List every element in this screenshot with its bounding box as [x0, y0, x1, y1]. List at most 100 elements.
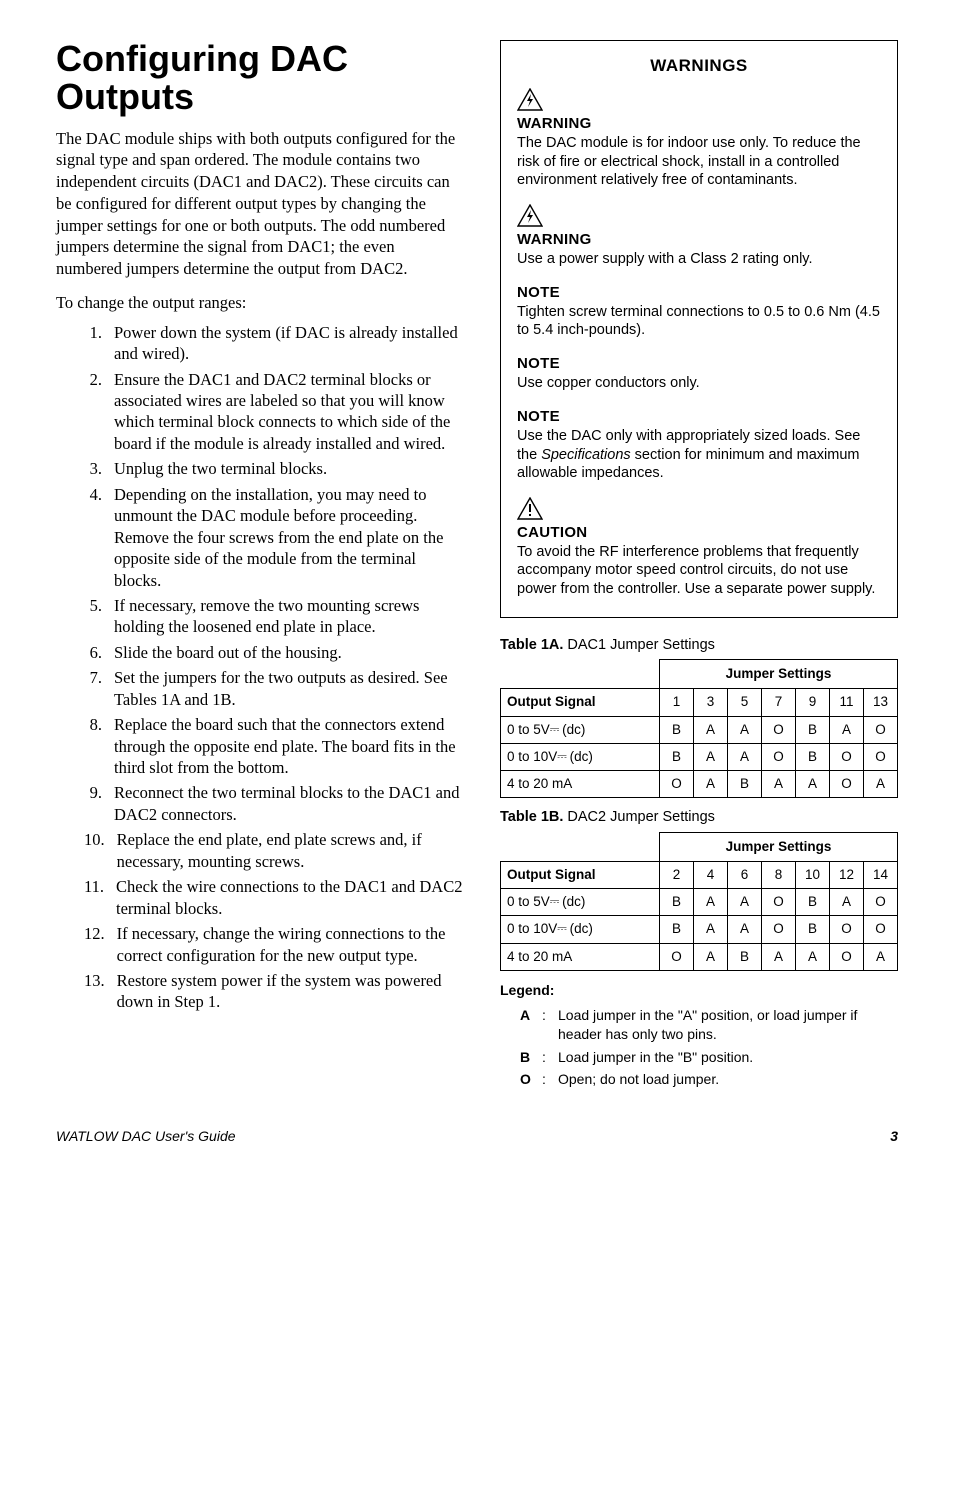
jumper-settings-header: Jumper Settings: [660, 660, 898, 689]
warnings-panel: WARNINGS WARNINGThe DAC module is for in…: [500, 40, 898, 618]
step-number: 13.: [84, 970, 117, 1013]
warning-block: CAUTIONTo avoid the RF interference prob…: [517, 497, 881, 599]
step-item: 5.If necessary, remove the two mounting …: [84, 595, 464, 638]
legend-key: B: [520, 1048, 542, 1067]
jumper-cell: B: [660, 743, 694, 770]
page-footer: WATLOW DAC User's Guide 3: [56, 1127, 898, 1146]
step-text: Power down the system (if DAC is already…: [114, 322, 464, 365]
jumper-cell: O: [762, 916, 796, 943]
jumper-cell: B: [796, 743, 830, 770]
output-signal-label: 0 to 10V⎓ (dc): [501, 743, 660, 770]
step-item: 9.Reconnect the two terminal blocks to t…: [84, 782, 464, 825]
jumper-col-number: 7: [762, 689, 796, 716]
warning-head: WARNING: [517, 230, 881, 250]
jumper-cell: A: [728, 889, 762, 916]
legend-key: A: [520, 1006, 542, 1044]
jumper-col-number: 5: [728, 689, 762, 716]
jumper-cell: A: [694, 916, 728, 943]
jumper-cell: A: [694, 716, 728, 743]
step-number: 1.: [84, 322, 114, 365]
jumper-col-number: 13: [864, 689, 898, 716]
warning-body: Use copper conductors only.: [517, 374, 881, 393]
table-1a: Jumper SettingsOutput Signal1357911130 t…: [500, 659, 898, 798]
jumper-cell: A: [796, 943, 830, 970]
step-text: Slide the board out of the housing.: [114, 642, 464, 663]
output-signal-label: 4 to 20 mA: [501, 943, 660, 970]
step-number: 12.: [84, 923, 117, 966]
jumper-cell: O: [864, 743, 898, 770]
step-text: Restore system power if the system was p…: [117, 970, 464, 1013]
output-signal-header: Output Signal: [501, 861, 660, 888]
jumper-col-number: 6: [728, 861, 762, 888]
step-text: If necessary, remove the two mounting sc…: [114, 595, 464, 638]
step-number: 10.: [84, 829, 117, 872]
jumper-cell: B: [728, 770, 762, 797]
jumper-cell: A: [694, 943, 728, 970]
step-number: 4.: [84, 484, 114, 591]
warning-body: Tighten screw terminal connections to 0.…: [517, 303, 881, 340]
jumper-cell: O: [830, 770, 864, 797]
table-1b-title-rest: DAC2 Jumper Settings: [563, 809, 715, 825]
jumper-cell: A: [694, 743, 728, 770]
jumper-cell: A: [762, 943, 796, 970]
table-row: 0 to 10V⎓ (dc)BAAOBOO: [501, 916, 898, 943]
warning-body: Use a power supply with a Class 2 rating…: [517, 250, 881, 269]
legend-key: O: [520, 1070, 542, 1089]
table-row: 0 to 5V⎓ (dc)BAAOBAO: [501, 889, 898, 916]
legend-row: A:Load jumper in the "A" position, or lo…: [500, 1006, 898, 1044]
shock-icon: [517, 88, 881, 112]
warning-body: To avoid the RF interference problems th…: [517, 543, 881, 599]
jumper-cell: O: [762, 716, 796, 743]
table-1b-title: Table 1B. DAC2 Jumper Settings: [500, 808, 898, 828]
jumper-cell: A: [694, 770, 728, 797]
jumper-cell: A: [728, 716, 762, 743]
step-number: 9.: [84, 782, 114, 825]
step-text: Replace the board such that the connecto…: [114, 714, 464, 778]
step-number: 6.: [84, 642, 114, 663]
jumper-cell: B: [660, 916, 694, 943]
jumper-cell: O: [830, 943, 864, 970]
output-signal-label: 0 to 10V⎓ (dc): [501, 916, 660, 943]
jumper-cell: A: [864, 943, 898, 970]
step-text: Check the wire connections to the DAC1 a…: [116, 876, 464, 919]
jumper-col-number: 1: [660, 689, 694, 716]
legend-value: Load jumper in the "A" position, or load…: [552, 1006, 898, 1044]
jumper-col-number: 8: [762, 861, 796, 888]
step-item: 12.If necessary, change the wiring conne…: [84, 923, 464, 966]
warning-body: Use the DAC only with appropriately size…: [517, 427, 881, 483]
output-signal-label: 4 to 20 mA: [501, 770, 660, 797]
step-item: 2.Ensure the DAC1 and DAC2 terminal bloc…: [84, 369, 464, 455]
legend-colon: :: [542, 1070, 552, 1089]
jumper-col-number: 11: [830, 689, 864, 716]
jumper-cell: O: [864, 916, 898, 943]
table-row: 0 to 5V⎓ (dc)BAAOBAO: [501, 716, 898, 743]
legend-value: Open; do not load jumper.: [552, 1070, 898, 1089]
jumper-cell: O: [762, 889, 796, 916]
jumper-cell: A: [762, 770, 796, 797]
legend-colon: :: [542, 1048, 552, 1067]
warning-block: NOTETighten screw terminal connections t…: [517, 283, 881, 340]
jumper-cell: A: [830, 716, 864, 743]
table-row: 0 to 10V⎓ (dc)BAAOBOO: [501, 743, 898, 770]
step-item: 11.Check the wire connections to the DAC…: [84, 876, 464, 919]
legend-colon: :: [542, 1006, 552, 1044]
warning-body: The DAC module is for indoor use only. T…: [517, 134, 881, 190]
warning-block: NOTEUse copper conductors only.: [517, 354, 881, 393]
output-signal-header: Output Signal: [501, 689, 660, 716]
jumper-cell: B: [796, 889, 830, 916]
legend-row: B:Load jumper in the "B" position.: [500, 1048, 898, 1067]
warning-head: CAUTION: [517, 523, 881, 543]
legend-value: Load jumper in the "B" position.: [552, 1048, 898, 1067]
jumper-settings-header: Jumper Settings: [660, 832, 898, 861]
warning-head: NOTE: [517, 283, 881, 303]
table-row: 4 to 20 mAOABAAOA: [501, 943, 898, 970]
jumper-col-number: 14: [864, 861, 898, 888]
step-item: 3.Unplug the two terminal blocks.: [84, 458, 464, 479]
intro-paragraph-2: To change the output ranges:: [56, 292, 464, 314]
step-item: 7.Set the jumpers for the two outputs as…: [84, 667, 464, 710]
jumper-cell: O: [660, 770, 694, 797]
step-text: Ensure the DAC1 and DAC2 terminal blocks…: [114, 369, 464, 455]
jumper-col-number: 4: [694, 861, 728, 888]
jumper-col-number: 12: [830, 861, 864, 888]
warning-head: NOTE: [517, 354, 881, 374]
